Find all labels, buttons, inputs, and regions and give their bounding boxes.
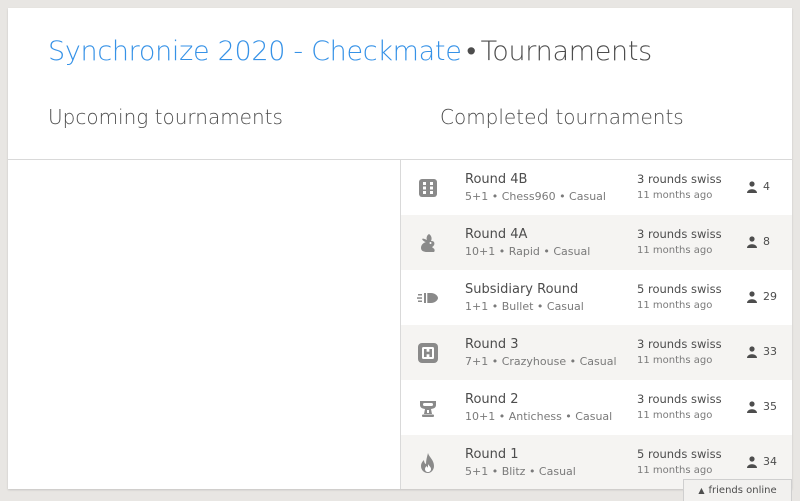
tournament-format: 3 rounds swiss xyxy=(637,227,722,241)
player-count: 35 xyxy=(747,400,777,413)
tournaments-panel: Synchronize 2020 - Checkmate • Tournaments… xyxy=(8,8,792,489)
tournament-meta: 10+1 • Rapid • Casual xyxy=(465,245,591,258)
tournament-date: 11 months ago xyxy=(637,300,713,311)
player-count-value: 35 xyxy=(763,400,777,413)
tournament-date: 11 months ago xyxy=(637,355,713,366)
section-title: Tournaments xyxy=(480,36,653,67)
team-name-link[interactable]: Synchronize 2020 - Checkmate xyxy=(48,36,462,67)
tournament-row[interactable]: Subsidiary Round 1+1 • Bullet • Casual 5… xyxy=(401,270,792,325)
upcoming-tournaments-list xyxy=(8,160,400,489)
bullet-icon xyxy=(417,287,439,309)
tournament-name[interactable]: Round 4B xyxy=(465,172,527,187)
tournament-date: 11 months ago xyxy=(637,190,713,201)
tournament-date: 11 months ago xyxy=(637,465,713,476)
tournament-meta: 1+1 • Bullet • Casual xyxy=(465,300,584,313)
tournament-format: 3 rounds swiss xyxy=(637,392,722,406)
tournament-row[interactable]: Round 3 7+1 • Crazyhouse • Casual 3 roun… xyxy=(401,325,792,380)
triangle-up-icon: ▲ xyxy=(698,486,705,495)
tournament-date: 11 months ago xyxy=(637,410,713,421)
player-count: 34 xyxy=(747,455,777,468)
tournament-meta: 5+1 • Blitz • Casual xyxy=(465,465,576,478)
user-icon xyxy=(747,401,757,413)
tournament-meta: 5+1 • Chess960 • Casual xyxy=(465,190,606,203)
user-icon xyxy=(747,346,757,358)
title-separator: • xyxy=(466,36,476,67)
tournament-meta: 7+1 • Crazyhouse • Casual xyxy=(465,355,617,368)
blitz-flame-icon xyxy=(417,452,439,474)
tournament-format: 3 rounds swiss xyxy=(637,337,722,351)
tournament-name[interactable]: Round 2 xyxy=(465,392,519,407)
tournament-row[interactable]: Round 4A 10+1 • Rapid • Casual 3 rounds … xyxy=(401,215,792,270)
player-count: 29 xyxy=(747,290,777,303)
tournament-row[interactable]: Round 2 10+1 • Antichess • Casual 3 roun… xyxy=(401,380,792,435)
tournament-format: 3 rounds swiss xyxy=(637,172,722,186)
tournament-format: 5 rounds swiss xyxy=(637,447,722,461)
player-count: 4 xyxy=(747,180,770,193)
player-count-value: 33 xyxy=(763,345,777,358)
tournament-meta: 10+1 • Antichess • Casual xyxy=(465,410,613,423)
tournament-name[interactable]: Subsidiary Round xyxy=(465,282,578,297)
antichess-icon xyxy=(417,397,439,419)
completed-heading: Completed tournaments xyxy=(440,105,684,129)
tournament-date: 11 months ago xyxy=(637,245,713,256)
chess960-dice-icon xyxy=(417,177,439,199)
player-count-value: 34 xyxy=(763,455,777,468)
friends-online-label: friends online xyxy=(708,485,777,496)
friends-online-toggle[interactable]: ▲ friends online xyxy=(683,479,792,501)
tournament-format: 5 rounds swiss xyxy=(637,282,722,296)
player-count-value: 8 xyxy=(763,235,770,248)
player-count-value: 4 xyxy=(763,180,770,193)
tournament-name[interactable]: Round 3 xyxy=(465,337,519,352)
crazyhouse-icon xyxy=(417,342,439,364)
user-icon xyxy=(747,291,757,303)
completed-tournaments-list: Round 4B 5+1 • Chess960 • Casual 3 round… xyxy=(400,160,792,489)
user-icon xyxy=(747,236,757,248)
tournament-name[interactable]: Round 1 xyxy=(465,447,519,462)
player-count: 8 xyxy=(747,235,770,248)
rapid-rabbit-icon xyxy=(417,232,439,254)
player-count: 33 xyxy=(747,345,777,358)
user-icon xyxy=(747,181,757,193)
tournament-row[interactable]: Round 4B 5+1 • Chess960 • Casual 3 round… xyxy=(401,160,792,215)
player-count-value: 29 xyxy=(763,290,777,303)
page-title: Synchronize 2020 - Checkmate • Tournaments xyxy=(48,36,652,67)
user-icon xyxy=(747,456,757,468)
upcoming-heading: Upcoming tournaments xyxy=(48,105,283,129)
tournament-name[interactable]: Round 4A xyxy=(465,227,527,242)
